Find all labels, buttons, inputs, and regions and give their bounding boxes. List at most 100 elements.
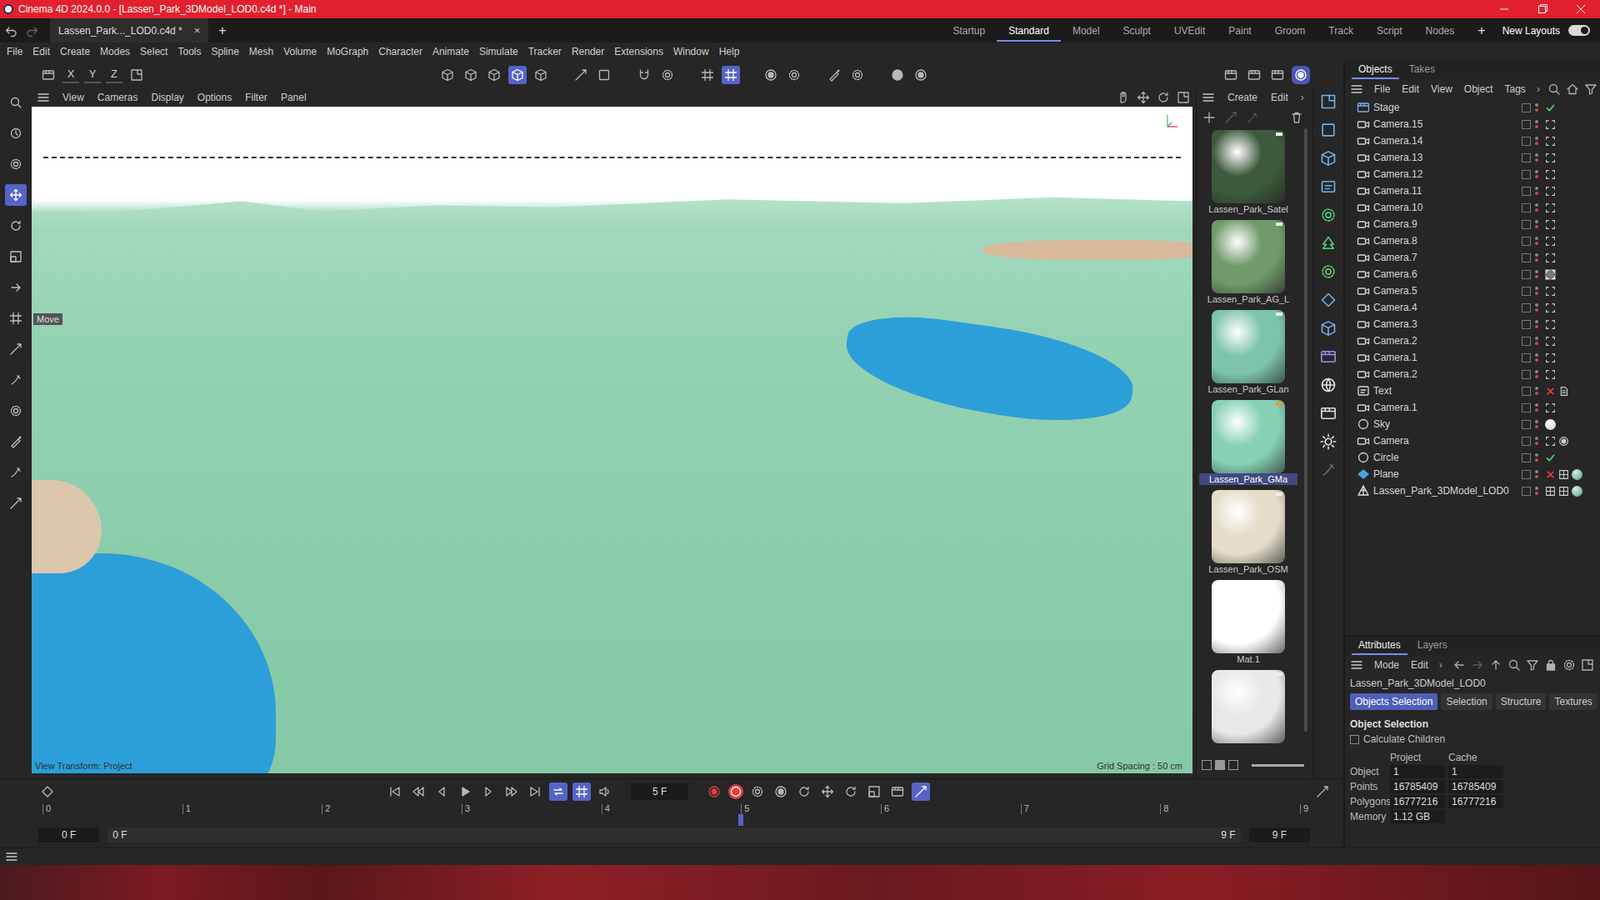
object-row[interactable]: Camera — [1345, 432, 1600, 450]
previous-key-button[interactable] — [409, 782, 428, 801]
layout-tab[interactable]: Startup — [940, 20, 997, 42]
visibility-dots-icon[interactable] — [1535, 320, 1542, 329]
menu-item[interactable]: Spline — [205, 45, 244, 58]
object-row[interactable]: Camera.1 — [1345, 399, 1600, 416]
object-row[interactable]: Camera.2 — [1345, 332, 1600, 350]
layout-tab[interactable]: Groom — [1263, 20, 1318, 42]
tool-button[interactable] — [5, 276, 27, 299]
grid-view-icon[interactable] — [1215, 760, 1225, 770]
object-row[interactable]: Camera.9 — [1345, 215, 1600, 233]
menu-item[interactable]: Edit — [27, 45, 55, 58]
create-object-button[interactable] — [1320, 121, 1337, 139]
material-menu-item[interactable]: Create — [1221, 91, 1264, 104]
visibility-dots-icon[interactable] — [1535, 336, 1542, 345]
play-button[interactable] — [455, 782, 475, 801]
visibility-dots-icon[interactable] — [1535, 153, 1542, 162]
material-item[interactable]: Lassen_Park_OSM — [1199, 488, 1298, 577]
menu-item[interactable]: Volume — [278, 45, 322, 58]
viewport-menu-item[interactable]: Filter — [239, 91, 274, 104]
layer-box-icon[interactable] — [1521, 286, 1531, 296]
object-row[interactable]: Camera.10 — [1345, 199, 1600, 216]
layer-box-icon[interactable] — [1521, 336, 1531, 346]
go-to-end-button[interactable] — [525, 782, 545, 801]
visibility-dots-icon[interactable] — [1535, 120, 1542, 129]
end-frame-field[interactable]: 9 F — [1249, 827, 1310, 843]
viewport-menu-item[interactable]: Panel — [275, 91, 313, 104]
panel-tab[interactable]: Attributes — [1351, 636, 1408, 655]
tool-button[interactable] — [5, 430, 27, 453]
object-menu-button[interactable] — [1345, 82, 1369, 96]
panel-tab[interactable]: Objects — [1351, 60, 1400, 80]
layout-tab[interactable]: UVEdit — [1162, 20, 1217, 42]
frame-rate-button[interactable] — [572, 782, 591, 801]
sky-material-icon[interactable] — [1545, 419, 1556, 430]
viewport-menu-item[interactable]: Options — [191, 91, 238, 104]
material-item[interactable]: Lassen_Park_GLan — [1199, 308, 1298, 397]
new-layouts-toggle[interactable] — [1568, 25, 1590, 36]
axis-button[interactable]: Y — [84, 65, 101, 84]
create-object-button[interactable] — [1320, 405, 1337, 422]
visibility-dots-icon[interactable] — [1535, 136, 1542, 145]
lock-button[interactable] — [1541, 658, 1560, 672]
create-object-button[interactable] — [1320, 433, 1337, 450]
point-level-button[interactable] — [911, 782, 930, 801]
start-frame-field[interactable]: 0 F — [38, 827, 100, 843]
tool-button[interactable] — [5, 122, 27, 145]
object-menu-item[interactable]: Tags — [1499, 83, 1532, 95]
object-row[interactable]: Sky — [1345, 415, 1600, 433]
layer-box-icon[interactable] — [1521, 220, 1531, 230]
next-frame-button[interactable] — [479, 782, 498, 801]
next-key-button[interactable] — [502, 782, 521, 801]
layer-box-icon[interactable] — [1521, 453, 1531, 463]
material-menu-button[interactable] — [1196, 90, 1220, 105]
toolbar-button[interactable] — [825, 65, 844, 85]
layout-tab[interactable]: Track — [1316, 20, 1365, 42]
viewport-menu-button[interactable] — [31, 90, 55, 105]
visibility-dots-icon[interactable] — [1535, 436, 1542, 445]
object-row[interactable]: Camera.5 — [1345, 282, 1600, 300]
attribute-tab[interactable]: Textures — [1549, 693, 1597, 710]
visibility-dots-icon[interactable] — [1535, 170, 1542, 179]
layer-box-icon[interactable] — [1521, 103, 1531, 113]
material-menu-item[interactable]: Edit — [1265, 91, 1295, 104]
create-object-button[interactable] — [1320, 150, 1337, 167]
menu-item[interactable]: Mesh — [244, 45, 279, 58]
visibility-dots-icon[interactable] — [1535, 253, 1542, 262]
toolbar-button[interactable] — [888, 65, 907, 85]
viewport-menu-item[interactable]: Cameras — [91, 91, 145, 104]
toolbar-button[interactable] — [848, 65, 867, 85]
undo-button[interactable] — [0, 24, 22, 38]
object-row[interactable]: Camera.4 — [1345, 299, 1600, 316]
preview-range-bar[interactable]: 0 F 9 F — [107, 827, 1240, 843]
apply-material-button[interactable] — [1221, 110, 1240, 125]
document-close-button[interactable]: × — [194, 24, 201, 37]
object-list-button[interactable] — [39, 65, 58, 85]
object-row[interactable]: Camera.3 — [1345, 315, 1600, 333]
toolbar-button[interactable] — [485, 65, 504, 85]
layer-box-icon[interactable] — [1521, 403, 1531, 413]
frame-ruler[interactable]: 0123456789 — [42, 804, 1300, 826]
tool-button[interactable] — [5, 184, 27, 206]
delete-material-button[interactable] — [1287, 110, 1306, 125]
visibility-dots-icon[interactable] — [1535, 486, 1542, 495]
list-view-icon[interactable] — [1201, 760, 1212, 770]
create-object-button[interactable] — [1320, 376, 1337, 394]
object-row[interactable]: Camera.1 — [1345, 349, 1600, 366]
layer-box-icon[interactable] — [1521, 370, 1531, 380]
attribute-tab[interactable]: Structure — [1495, 693, 1547, 710]
layer-box-icon[interactable] — [1521, 153, 1531, 163]
visibility-dots-icon[interactable] — [1535, 220, 1542, 229]
coordinate-button[interactable] — [127, 65, 146, 85]
object-menu-item[interactable]: Object — [1458, 83, 1500, 95]
filter-button[interactable] — [1523, 658, 1542, 672]
menu-item[interactable]: File — [1, 45, 28, 58]
loop-button[interactable] — [549, 782, 568, 801]
redshift-button[interactable] — [1291, 65, 1310, 85]
axis-button[interactable]: Z — [105, 65, 123, 84]
layout-tab[interactable]: Sculpt — [1111, 20, 1163, 42]
visibility-dots-icon[interactable] — [1535, 386, 1542, 395]
previous-frame-button[interactable] — [432, 782, 451, 801]
tool-button[interactable] — [5, 492, 27, 515]
menu-item[interactable]: Select — [135, 45, 173, 58]
dolly-button[interactable] — [1134, 90, 1153, 105]
